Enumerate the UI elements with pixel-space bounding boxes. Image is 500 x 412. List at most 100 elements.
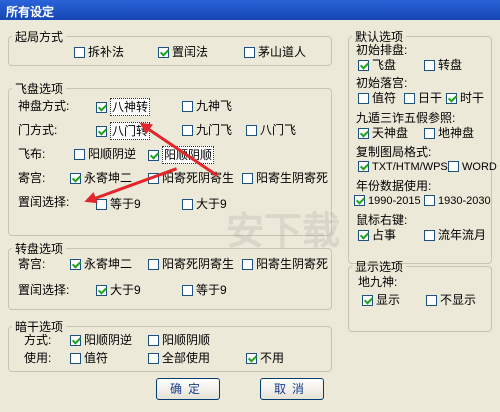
checkbox[interactable] <box>96 102 107 113</box>
men-opt-2[interactable]: 八门飞 <box>246 122 296 138</box>
checkbox[interactable] <box>424 60 435 71</box>
checkbox[interactable] <box>358 60 369 71</box>
ok-button[interactable]: 确定 <box>156 378 220 400</box>
checkbox[interactable] <box>74 47 85 58</box>
nianfen-opt-0[interactable]: 1990-2015 <box>354 193 421 209</box>
checkbox[interactable] <box>358 230 369 241</box>
qiju-opt-1[interactable]: 置闰法 <box>158 44 208 60</box>
dialog-body: 起局方式 拆补法 置闰法 茅山道人 飞盘选项 神盘方式: 八神转 九神飞 门方式… <box>0 20 500 412</box>
paipan-opt-1[interactable]: 转盘 <box>424 57 462 73</box>
checkbox[interactable] <box>148 150 159 161</box>
zp-zhirun-opt-1[interactable]: 等于9 <box>182 282 227 298</box>
checkbox[interactable] <box>246 353 257 364</box>
xianshi-legend: 显示选项 <box>355 260 404 274</box>
angan-fangshi-opt-0[interactable]: 阳顺阴逆 <box>70 332 132 348</box>
checkbox[interactable] <box>358 93 369 104</box>
checkbox[interactable] <box>148 259 159 270</box>
qiju-legend: 起局方式 <box>15 30 64 44</box>
jigong-opt-0[interactable]: 永寄坤二 <box>70 170 132 186</box>
checkbox[interactable] <box>244 47 255 58</box>
feipan-legend: 飞盘选项 <box>15 82 64 96</box>
jiudun-label: 九遁三诈五假参照: <box>356 111 456 125</box>
checkbox[interactable] <box>182 101 193 112</box>
luogong-label: 初始落宫: <box>356 76 408 90</box>
angan-shiyong-opt-1[interactable]: 全部使用 <box>148 350 210 366</box>
zhirun-opt-1[interactable]: 大于9 <box>182 196 227 212</box>
fuzhi-opt-0[interactable]: TXT/HTM/WPS <box>358 159 448 175</box>
luogong-opt-2[interactable]: 时干 <box>446 90 484 106</box>
checkbox[interactable] <box>70 173 81 184</box>
zhuanpan-legend: 转盘选项 <box>15 242 64 256</box>
checkbox[interactable] <box>70 259 81 270</box>
angan-fangshi-opt-1[interactable]: 阳顺阴顺 <box>148 332 210 348</box>
watermark: 安下载 <box>225 211 340 253</box>
feibu-label: 飞布: <box>18 147 46 161</box>
checkbox[interactable] <box>246 125 257 136</box>
title-bar: 所有设定 <box>0 0 500 20</box>
fuzhi-label: 复制图局格式: <box>356 145 432 159</box>
angan-fangshi-label: 方式: <box>24 333 52 347</box>
zp-jigong-opt-1[interactable]: 阳寄死阴寄生 <box>148 256 234 272</box>
checkbox[interactable] <box>242 173 253 184</box>
feibu-opt-0[interactable]: 阳顺阴逆 <box>74 146 136 162</box>
zhirun-opt-0[interactable]: 等于9 <box>96 196 141 212</box>
nianfen-label: 年份数据使用: <box>356 179 432 193</box>
zp-jigong-label: 寄宫: <box>18 257 46 271</box>
checkbox[interactable] <box>70 335 81 346</box>
checkbox[interactable] <box>426 295 437 306</box>
paipan-label: 初始排盘: <box>356 43 408 57</box>
checkbox[interactable] <box>182 125 193 136</box>
jigong-opt-2[interactable]: 阳寄生阴寄死 <box>242 170 328 186</box>
checkbox[interactable] <box>404 93 415 104</box>
checkbox[interactable] <box>354 195 365 206</box>
luogong-opt-0[interactable]: 值符 <box>358 90 396 106</box>
nianfen-opt-1[interactable]: 1930-2030 <box>424 193 491 209</box>
qiju-opt-2[interactable]: 茅山道人 <box>244 44 306 60</box>
checkbox[interactable] <box>158 47 169 58</box>
shenpan-opt-1[interactable]: 九神飞 <box>182 98 232 114</box>
checkbox[interactable] <box>182 199 193 210</box>
angan-shiyong-opt-2[interactable]: 不用 <box>246 350 284 366</box>
checkbox[interactable] <box>424 128 435 139</box>
checkbox[interactable] <box>96 126 107 137</box>
dijiushen-opt-0[interactable]: 显示 <box>362 292 400 308</box>
checkbox[interactable] <box>242 259 253 270</box>
zp-zhirun-opt-0[interactable]: 大于9 <box>96 282 141 298</box>
shenpan-opt-0[interactable]: 八神转 <box>96 98 151 116</box>
dijiushen-label: 地九神: <box>358 275 398 289</box>
youjian-label: 鼠标右键: <box>356 213 408 227</box>
checkbox[interactable] <box>148 335 159 346</box>
window-title: 所有设定 <box>6 5 55 19</box>
checkbox[interactable] <box>96 199 107 210</box>
checkbox[interactable] <box>358 161 369 172</box>
checkbox[interactable] <box>424 230 435 241</box>
checkbox[interactable] <box>362 295 373 306</box>
youjian-opt-0[interactable]: 占事 <box>358 227 396 243</box>
angan-shiyong-opt-0[interactable]: 值符 <box>70 350 108 366</box>
youjian-opt-1[interactable]: 流年流月 <box>424 227 486 243</box>
checkbox[interactable] <box>96 285 107 296</box>
zhirun-label: 置闰选择: <box>18 195 70 209</box>
zp-jigong-opt-2[interactable]: 阳寄生阴寄死 <box>242 256 328 272</box>
checkbox[interactable] <box>446 93 457 104</box>
checkbox[interactable] <box>74 149 85 160</box>
jiudun-opt-1[interactable]: 地神盘 <box>424 125 474 141</box>
paipan-opt-0[interactable]: 飞盘 <box>358 57 396 73</box>
checkbox[interactable] <box>424 195 435 206</box>
cancel-button[interactable]: 取消 <box>260 378 324 400</box>
checkbox[interactable] <box>70 353 81 364</box>
zp-jigong-opt-0[interactable]: 永寄坤二 <box>70 256 132 272</box>
qiju-opt-0[interactable]: 拆补法 <box>74 44 124 60</box>
checkbox[interactable] <box>148 353 159 364</box>
luogong-opt-1[interactable]: 日干 <box>404 90 442 106</box>
men-label: 门方式: <box>18 123 58 137</box>
dijiushen-opt-1[interactable]: 不显示 <box>426 292 476 308</box>
checkbox[interactable] <box>448 161 459 172</box>
jigong-label: 寄宫: <box>18 171 46 185</box>
fuzhi-opt-1[interactable]: WORD <box>448 159 497 175</box>
men-opt-1[interactable]: 九门飞 <box>182 122 232 138</box>
jiudun-opt-0[interactable]: 天神盘 <box>358 125 408 141</box>
angan-shiyong-label: 使用: <box>24 351 52 365</box>
checkbox[interactable] <box>358 128 369 139</box>
checkbox[interactable] <box>182 285 193 296</box>
